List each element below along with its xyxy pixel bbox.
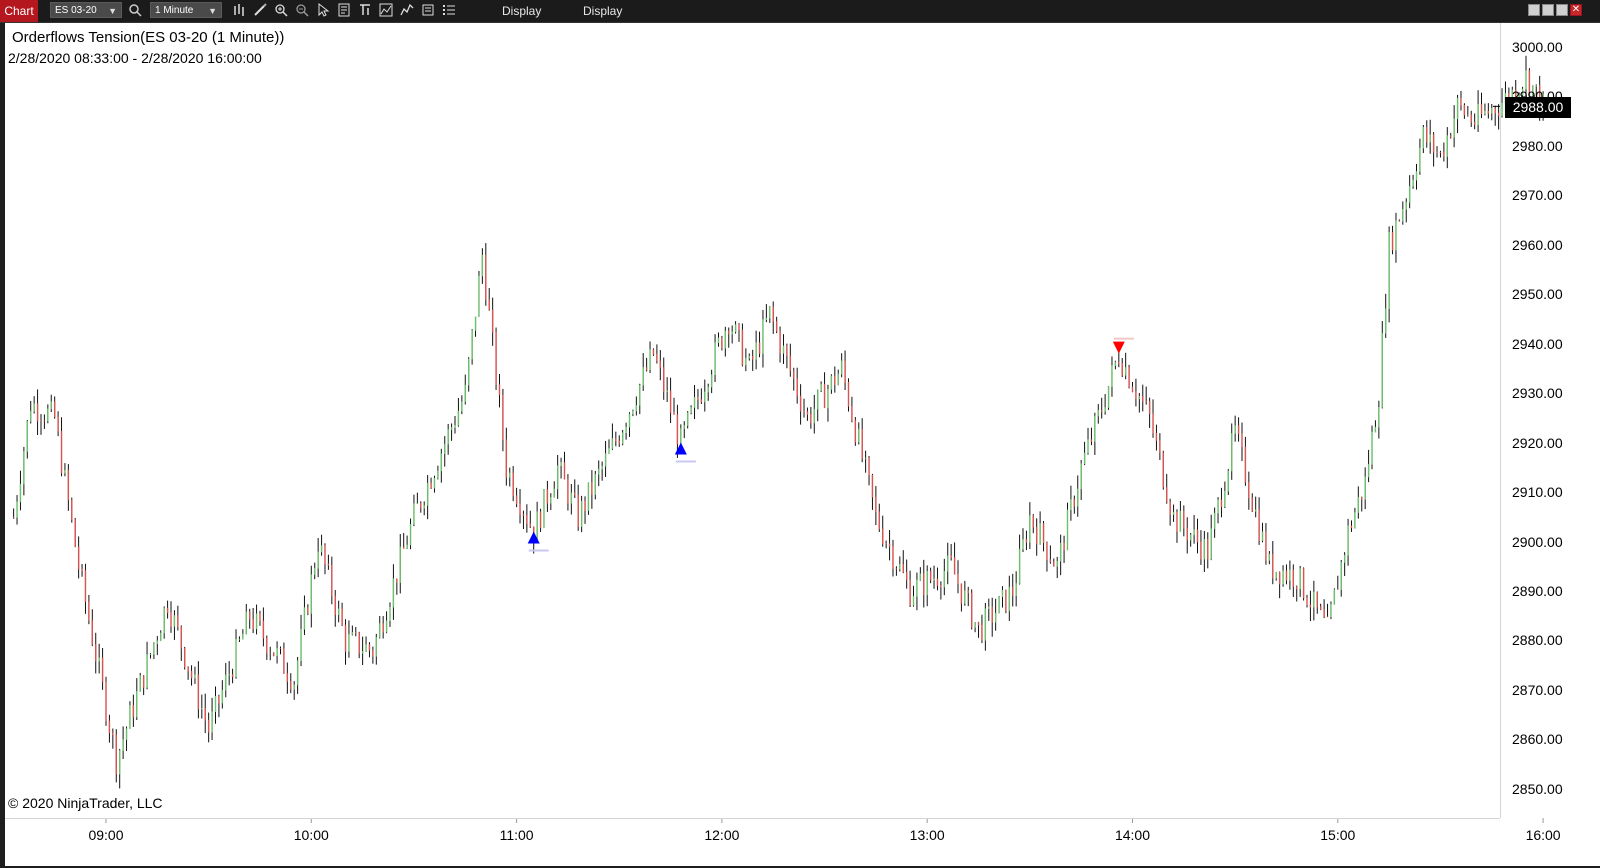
price-tick-label: 2870.00	[1512, 681, 1563, 698]
price-tick-label: 2920.00	[1512, 434, 1563, 451]
price-tick-label: 2960.00	[1512, 236, 1563, 253]
chart-panel[interactable]: Orderflows Tension(ES 03-20 (1 Minute)) …	[5, 23, 1600, 866]
buy-signal-arrow	[674, 442, 687, 455]
price-tick-label: 3000.00	[1512, 39, 1563, 55]
maximize-icon[interactable]	[1556, 4, 1568, 16]
price-tick-label: 2980.00	[1512, 137, 1563, 154]
interval-value: 1 Minute	[155, 5, 194, 16]
instrument-value: ES 03-20	[55, 5, 97, 16]
indicators-icon[interactable]	[379, 3, 393, 17]
bars-type-icon[interactable]	[232, 3, 246, 17]
buy-signal-arrow	[527, 531, 540, 544]
templates-icon[interactable]	[400, 3, 414, 17]
last-price-marker: 2988.00	[1505, 97, 1571, 118]
properties-icon[interactable]	[337, 3, 351, 17]
zoom-out-icon[interactable]	[295, 3, 309, 17]
chevron-down-icon: ▼	[108, 6, 117, 16]
time-tick-label: 15:00	[1320, 827, 1356, 843]
close-icon[interactable]: ✕	[1570, 4, 1582, 16]
display-button-1[interactable]: Display	[502, 0, 541, 22]
minimize-icon[interactable]	[1542, 4, 1554, 16]
price-tick-label: 2940.00	[1512, 335, 1563, 352]
list-icon[interactable]	[442, 3, 456, 17]
pointer-icon[interactable]	[316, 2, 330, 17]
price-plot[interactable]	[5, 23, 1600, 866]
chart-tab[interactable]: Chart	[0, 0, 38, 22]
sell-signal-arrow	[1112, 341, 1125, 354]
price-tick-label: 2850.00	[1512, 780, 1563, 797]
time-tick-label: 14:00	[1114, 827, 1151, 843]
copyright-text: © 2020 NinjaTrader, LLC	[8, 795, 163, 811]
chart-title: Orderflows Tension(ES 03-20 (1 Minute))	[12, 29, 285, 46]
time-tick-label: 13:00	[909, 827, 945, 843]
draw-pencil-icon[interactable]	[253, 3, 267, 17]
time-tick-label: 10:00	[293, 827, 329, 843]
time-tick-label: 11:00	[499, 827, 534, 843]
strategies-icon[interactable]	[358, 3, 372, 17]
tile-icon[interactable]	[1528, 4, 1540, 16]
price-tick-label: 2890.00	[1512, 582, 1563, 599]
interval-selector[interactable]: 1 Minute ▼	[150, 2, 222, 18]
price-tick-label: 2950.00	[1512, 286, 1563, 303]
price-axis-line	[1500, 23, 1501, 818]
price-tick-label: 2880.00	[1512, 632, 1563, 649]
price-tick-label: 2970.00	[1512, 187, 1563, 204]
price-tick-label: 2900.00	[1512, 533, 1563, 550]
zoom-in-icon[interactable]	[274, 3, 288, 17]
instrument-selector[interactable]: ES 03-20 ▼	[50, 2, 122, 18]
price-tick-label: 2860.00	[1512, 731, 1563, 748]
display-button-2[interactable]: Display	[583, 0, 622, 22]
chart-date-range: 2/28/2020 08:33:00 - 2/28/2020 16:00:00	[8, 50, 262, 66]
time-tick-label: 09:00	[88, 827, 124, 843]
time-tick-label: 16:00	[1525, 827, 1561, 843]
data-box-icon[interactable]	[421, 3, 435, 17]
chart-toolbar: Chart ES 03-20 ▼ 1 Minute ▼ Display Disp…	[0, 0, 1600, 23]
search-icon[interactable]	[128, 3, 142, 17]
price-tick-label: 2910.00	[1512, 484, 1563, 501]
price-tick-label: 2930.00	[1512, 385, 1563, 402]
time-axis-line	[5, 818, 1500, 819]
chevron-down-icon: ▼	[208, 6, 217, 16]
time-tick-label: 12:00	[704, 827, 740, 843]
